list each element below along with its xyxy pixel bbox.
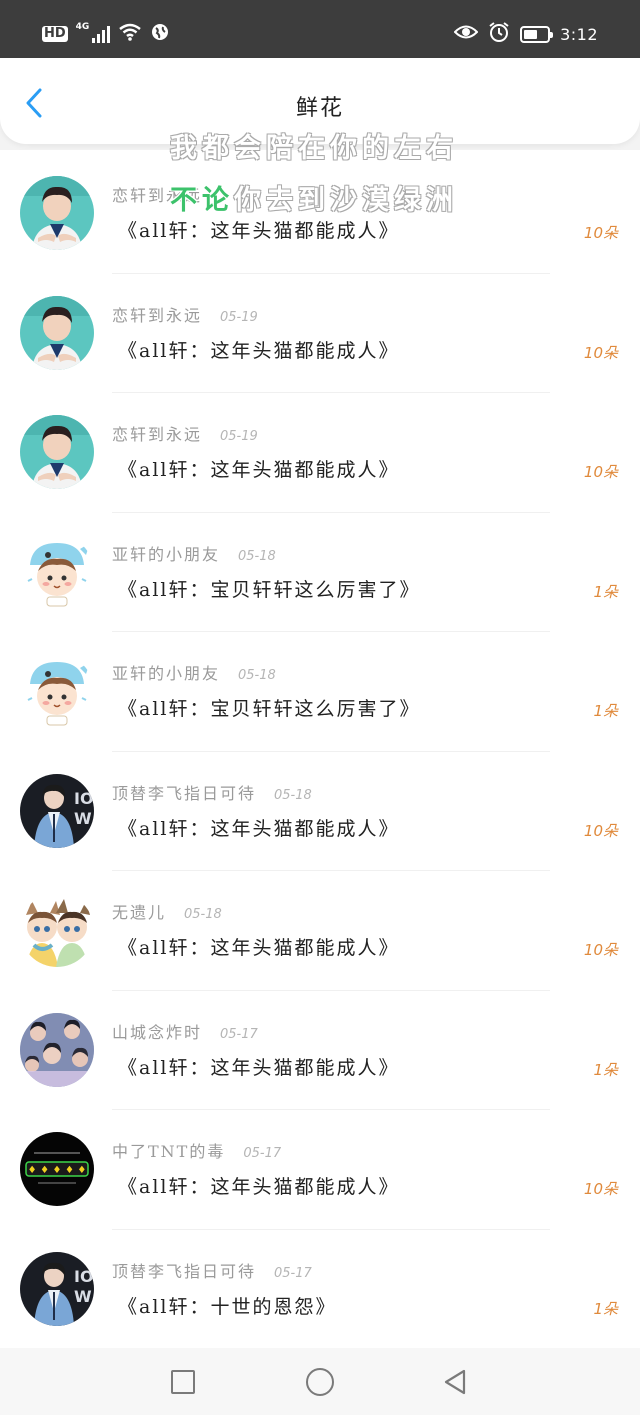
avatar[interactable] bbox=[20, 893, 94, 967]
back-triangle-button[interactable] bbox=[442, 1368, 470, 1396]
flower-count: 10朵 bbox=[583, 463, 618, 481]
flower-count: 1朵 bbox=[593, 1299, 618, 1318]
item-meta: 无遗儿 05-18 bbox=[112, 899, 222, 923]
avatar[interactable]: ♦ ♦ ♦ ♦ ♦ bbox=[20, 1132, 94, 1206]
work-title[interactable]: 《all轩：这年头猫都能成人》 bbox=[118, 933, 399, 960]
item-meta: 山城念炸时 05-17 bbox=[112, 1019, 258, 1043]
avatar[interactable]: IO W bbox=[20, 1251, 94, 1326]
date: 05-19 bbox=[220, 429, 258, 444]
svg-text:IO: IO bbox=[74, 1267, 94, 1286]
network-type: 4G bbox=[75, 22, 90, 32]
user-name[interactable]: 无遗儿 bbox=[112, 899, 166, 923]
page-title: 鲜花 bbox=[295, 96, 344, 121]
header: 鲜花 bbox=[0, 58, 640, 144]
list-item[interactable]: 亚轩的小朋友 05-18 《all轩：宝贝轩轩这么厉害了》 1朵 bbox=[0, 513, 640, 632]
item-meta: 恋轩到永远 05-19 bbox=[112, 421, 258, 445]
user-name[interactable]: 顶替李飞指日可待 bbox=[112, 1258, 256, 1282]
list-item[interactable]: IO W 顶替李飞指日可待 05-18 《all轩：这年头猫都能成人》 10朵 bbox=[0, 752, 640, 871]
item-meta: 亚轩的小朋友 05-18 bbox=[112, 541, 276, 565]
flower-list: 恋轩到永远 《all轩：这年头猫都能成人》 10朵 恋轩到永远 05-19 《a… bbox=[0, 154, 640, 1349]
date: 05-17 bbox=[243, 1146, 282, 1161]
item-meta: 亚轩的小朋友 05-18 bbox=[112, 660, 276, 684]
list-item[interactable]: 无遗儿 05-18 《all轩：这年头猫都能成人》 10朵 bbox=[0, 871, 640, 991]
work-title[interactable]: 《all轩：这年头猫都能成人》 bbox=[118, 814, 399, 841]
user-name[interactable]: 亚轩的小朋友 bbox=[112, 541, 220, 565]
work-title[interactable]: 《all轩：这年头猫都能成人》 bbox=[118, 216, 399, 243]
work-title[interactable]: 《all轩：十世的恩怨》 bbox=[118, 1292, 336, 1319]
user-name[interactable]: 恋轩到永远 bbox=[112, 421, 202, 445]
list-item[interactable]: IO W 顶替李飞指日可待 05-17 《all轩：十世的恩怨》 1朵 bbox=[0, 1230, 640, 1349]
avatar[interactable]: IO W bbox=[20, 773, 94, 848]
list-item[interactable]: 亚轩的小朋友 05-18 《all轩：宝贝轩轩这么厉害了》 1朵 bbox=[0, 632, 640, 752]
home-button[interactable] bbox=[306, 1368, 334, 1396]
svg-text:♦ ♦ ♦ ♦ ♦: ♦ ♦ ♦ ♦ ♦ bbox=[28, 1165, 87, 1176]
date: 05-18 bbox=[184, 907, 222, 922]
hd-badge: HD bbox=[42, 26, 68, 42]
signal-icon bbox=[92, 25, 111, 43]
date: 05-19 bbox=[220, 309, 258, 325]
date: 05-18 bbox=[274, 787, 312, 803]
work-title[interactable]: 《all轩：宝贝轩轩这么厉害了》 bbox=[118, 694, 420, 721]
date: 05-18 bbox=[238, 548, 276, 564]
list-item[interactable]: ♦ ♦ ♦ ♦ ♦ 中了TNT的毒 05-17 《all轩：这年头猫都能成人》 … bbox=[0, 1110, 640, 1230]
date: 05-17 bbox=[274, 1265, 312, 1281]
globe-icon bbox=[150, 22, 170, 46]
date: 05-17 bbox=[220, 1026, 258, 1042]
flower-count: 1朵 bbox=[593, 702, 618, 720]
flower-count: 10朵 bbox=[583, 224, 618, 242]
svg-text:W: W bbox=[74, 809, 92, 828]
list-item[interactable]: 恋轩到永远 05-19 《all轩：这年头猫都能成人》 10朵 bbox=[0, 274, 640, 393]
user-name[interactable]: 恋轩到永远 bbox=[112, 182, 202, 206]
list-item[interactable]: 恋轩到永远 05-19 《all轩：这年头猫都能成人》 10朵 bbox=[0, 393, 640, 513]
flower-count: 10朵 bbox=[583, 1180, 618, 1198]
user-name[interactable]: 山城念炸时 bbox=[112, 1019, 202, 1043]
item-meta: 恋轩到永远 bbox=[112, 182, 220, 206]
list-item[interactable]: 山城念炸时 05-17 《all轩：这年头猫都能成人》 1朵 bbox=[0, 991, 640, 1110]
clock: 3:12 bbox=[560, 24, 598, 44]
user-name[interactable]: 顶替李飞指日可待 bbox=[112, 780, 256, 804]
svg-text:IO: IO bbox=[74, 789, 94, 808]
flower-count: 10朵 bbox=[583, 941, 618, 959]
status-right: 3:12 bbox=[453, 21, 598, 47]
avatar[interactable] bbox=[20, 534, 94, 609]
item-meta: 中了TNT的毒 05-17 bbox=[112, 1138, 281, 1162]
status-left: HD 4G bbox=[42, 22, 170, 46]
recent-apps-button[interactable] bbox=[171, 1370, 195, 1394]
alarm-icon bbox=[488, 21, 510, 47]
work-title[interactable]: 《all轩：这年头猫都能成人》 bbox=[118, 1053, 399, 1080]
item-meta: 顶替李飞指日可待 05-18 bbox=[112, 780, 312, 804]
avatar[interactable] bbox=[20, 654, 94, 728]
avatar[interactable] bbox=[20, 415, 94, 489]
user-name[interactable]: 恋轩到永远 bbox=[112, 302, 202, 326]
flower-count: 10朵 bbox=[583, 343, 618, 362]
eye-icon bbox=[453, 23, 479, 45]
date: 05-18 bbox=[238, 668, 276, 683]
svg-text:W: W bbox=[74, 1287, 92, 1306]
flower-count: 1朵 bbox=[593, 582, 618, 601]
user-name[interactable]: 中了TNT的毒 bbox=[112, 1138, 225, 1162]
flower-count: 10朵 bbox=[583, 821, 618, 840]
work-title[interactable]: 《all轩：这年头猫都能成人》 bbox=[118, 336, 399, 363]
work-title[interactable]: 《all轩：这年头猫都能成人》 bbox=[118, 1172, 399, 1199]
wifi-icon bbox=[118, 22, 142, 46]
flower-count: 1朵 bbox=[593, 1060, 618, 1079]
battery-icon bbox=[520, 25, 554, 43]
list-item[interactable]: 恋轩到永远 《all轩：这年头猫都能成人》 10朵 bbox=[0, 154, 640, 274]
avatar[interactable] bbox=[20, 295, 94, 370]
work-title[interactable]: 《all轩：宝贝轩轩这么厉害了》 bbox=[118, 575, 420, 602]
avatar[interactable] bbox=[20, 176, 94, 250]
work-title[interactable]: 《all轩：这年头猫都能成人》 bbox=[118, 455, 399, 482]
item-meta: 恋轩到永远 05-19 bbox=[112, 302, 258, 326]
navigation-bar bbox=[0, 1348, 640, 1415]
status-bar: HD 4G 3:12 bbox=[0, 0, 640, 60]
item-meta: 顶替李飞指日可待 05-17 bbox=[112, 1258, 312, 1282]
avatar[interactable] bbox=[20, 1012, 94, 1087]
user-name[interactable]: 亚轩的小朋友 bbox=[112, 660, 220, 684]
